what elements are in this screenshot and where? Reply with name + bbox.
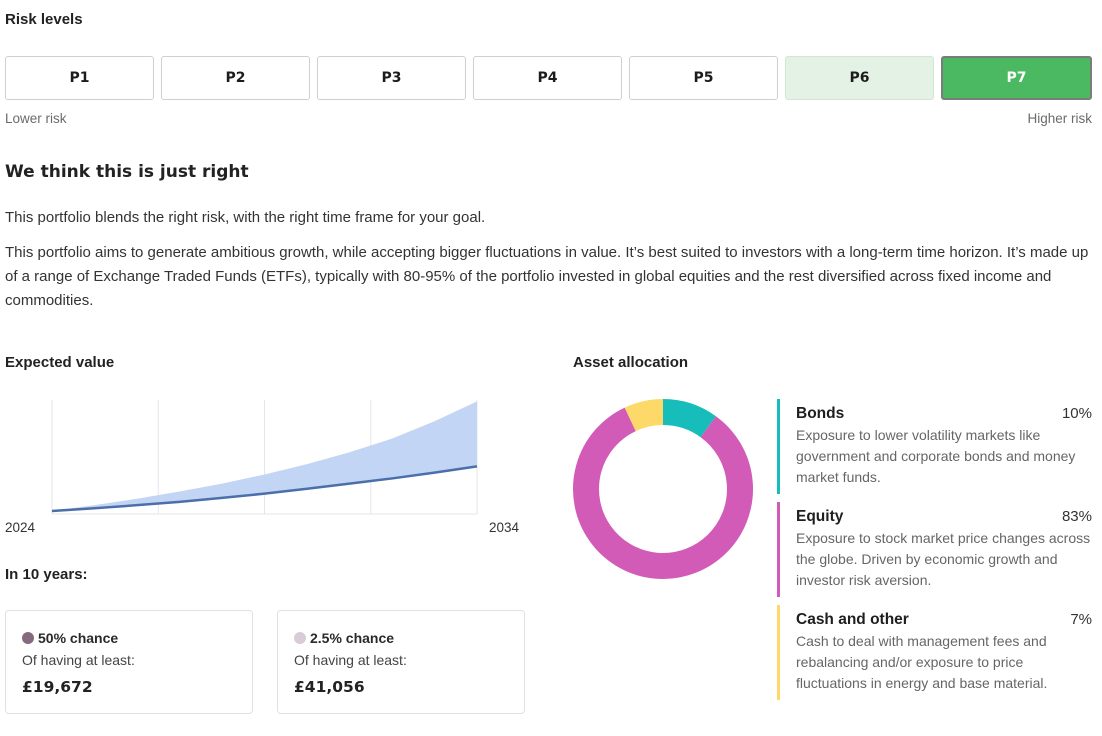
x-tick-label-start: 2024 [5,520,36,535]
risk-level-p5-button[interactable]: P5 [629,56,778,100]
risk-level-p3-button[interactable]: P3 [317,56,466,100]
in-ten-years-label: In 10 years: [5,566,88,583]
median-dot-icon [22,632,34,644]
risk-level-p2-button[interactable]: P2 [161,56,310,100]
risk-level-p4-button[interactable]: P4 [473,56,622,100]
allocation-description: Exposure to lower volatility markets lik… [796,427,1076,485]
risk-levels-title: Risk levels [5,11,83,28]
allocation-percent: 10% [1061,405,1092,422]
risk-level-p6-button[interactable]: P6 [785,56,934,100]
allocation-name: Bonds [796,405,845,422]
allocation-description: Exposure to stock market price changes a… [796,530,1091,588]
allocation-percent: 7% [1070,611,1092,628]
portfolio-description: This portfolio aims to generate ambitiou… [5,244,1089,309]
risk-level-p1-button[interactable]: P1 [5,56,154,100]
expected-value-title: Expected value [5,354,115,371]
outcome-label: Of having at least: [294,652,407,668]
x-tick-label-end: 2034 [489,520,520,535]
risk-level-p7-button[interactable]: P7 [941,56,1092,100]
lower-risk-label: Lower risk [5,111,67,126]
allocation-item-cash: Cash and other 7% Cash to deal with mana… [777,605,1092,700]
outcome-chance: 2.5% chance [310,630,395,646]
outcome-card-upper: 2.5% chance Of having at least: £41,056 [277,610,525,714]
outcome-chance: 50% chance [38,630,119,646]
outcome-amount: £19,672 [22,678,93,696]
allocation-description: Cash to deal with management fees and re… [796,633,1048,691]
donut-slice-equity [573,407,753,579]
outcome-label: Of having at least: [22,652,135,668]
donut-slice-bonds [662,399,716,438]
allocation-name: Equity [796,508,844,525]
risk-level-selector: P1 P2 P3 P4 P5 P6 P7 [5,56,1092,100]
recommendation-intro: This portfolio blends the right risk, wi… [5,209,486,226]
allocation-item-bonds: Bonds 10% Exposure to lower volatility m… [777,399,1092,494]
expected-value-chart: 2024 2034 [5,400,520,535]
asset-allocation-title: Asset allocation [573,354,689,371]
upper-dot-icon [294,632,306,644]
higher-risk-label: Higher risk [1027,111,1092,126]
allocation-item-equity: Equity 83% Exposure to stock market pric… [777,502,1092,597]
outcome-amount: £41,056 [294,678,365,696]
recommendation-heading: We think this is just right [5,162,249,182]
allocation-percent: 83% [1061,508,1092,525]
outcome-card-median: 50% chance Of having at least: £19,672 [5,610,253,714]
asset-allocation-donut [573,399,753,579]
allocation-name: Cash and other [796,611,909,628]
donut-slice-cash-and-other [624,399,664,432]
